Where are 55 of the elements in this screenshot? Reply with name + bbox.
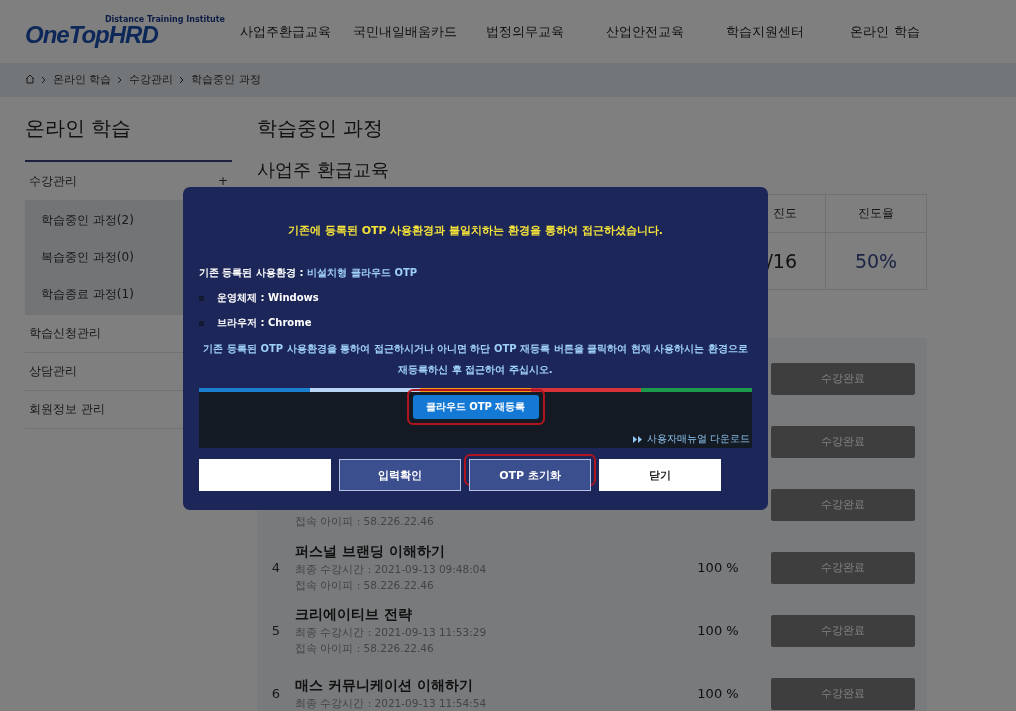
complete-button[interactable]: 수강완료: [771, 614, 915, 647]
reregister-button[interactable]: 클라우드 OTP 재등록: [412, 395, 539, 419]
bullet-icon: [199, 295, 204, 301]
rate-text: 100 %: [696, 623, 740, 638]
table-cell-text: 50%: [853, 249, 899, 274]
nav-link[interactable]: 국민내일배움카드: [345, 16, 465, 47]
complete-button[interactable]: 수강완료: [771, 677, 915, 710]
lesson-number: 6: [270, 686, 282, 701]
toggle-icon[interactable]: +: [217, 174, 228, 188]
logo-tagline: Distance Training Institute: [104, 14, 225, 24]
complete-button[interactable]: 수강완료: [771, 425, 915, 458]
nav-link[interactable]: 산업안전교육: [585, 16, 705, 47]
chevron-icon: [117, 76, 124, 84]
lesson-title: 퍼스널 브랜딩 이해하기: [295, 542, 446, 561]
table-cell-text: /16: [765, 249, 798, 274]
manual-download-link[interactable]: 사용자매뉴얼 다운로드: [646, 432, 750, 446]
sidebar-item-label: 수강관리: [29, 172, 77, 190]
modal-button[interactable]: OTP 초기화: [469, 459, 591, 491]
bullet-icon: [199, 320, 204, 326]
nav-link[interactable]: 학습지원센터: [705, 16, 825, 47]
sidebar-item-label: 회원정보 관리: [29, 401, 105, 418]
complete-button[interactable]: 수강완료: [771, 551, 915, 584]
section-title: 사업주 환급교육: [257, 158, 390, 182]
breadcrumb-link[interactable]: 온라인 학습: [53, 73, 112, 87]
env-detail: 운영체제 : Windows: [217, 291, 319, 305]
env-label: 기존 등록된 사용환경 :: [199, 266, 304, 280]
nav-link[interactable]: 법정의무교육: [465, 16, 585, 47]
rate-text: 100 %: [696, 560, 740, 575]
sidebar-title: 온라인 학습: [25, 115, 232, 162]
chevron-icon: [179, 76, 186, 84]
lesson-title: 크리에이티브 전략: [295, 605, 413, 624]
chevron-icon: [41, 76, 47, 84]
lesson-number: 5: [270, 623, 282, 638]
sidebar-item-label: 학습신청관리: [29, 325, 101, 342]
env-value: 비설치형 클라우드 OTP: [307, 266, 418, 280]
lesson-number: 4: [270, 560, 282, 575]
close-button[interactable]: 닫기: [599, 459, 721, 491]
complete-button[interactable]: 수강완료: [771, 362, 915, 395]
input-field[interactable]: [199, 459, 331, 491]
sidebar-item-label: 상담관리: [29, 363, 77, 380]
table-header-cell: 진도율: [826, 195, 926, 233]
breadcrumb-link[interactable]: 수강관리: [129, 73, 174, 87]
sidebar-item[interactable]: 수강관리 +: [25, 162, 232, 200]
rate-text: 100 %: [696, 686, 740, 701]
complete-button[interactable]: 수강완료: [771, 488, 915, 521]
home-icon[interactable]: [25, 74, 35, 84]
nav-link[interactable]: 사업주환급교육: [225, 16, 345, 47]
nav-link[interactable]: 온라인 학습: [825, 16, 945, 47]
double-arrow-icon: [632, 435, 643, 443]
notice-text: 기존에 등록된 OTP 사용환경과 불일치하는 환경을 통하여 접근하셨습니다.: [288, 223, 663, 238]
breadcrumb-link[interactable]: 학습중인 과정: [191, 73, 261, 87]
page-title: 학습중인 과정: [257, 115, 385, 142]
logo[interactable]: Distance Training Institute OneTopHRD: [25, 14, 225, 49]
lesson-title: 매스 커뮤니케이션 이해하기: [295, 676, 474, 695]
modal-button[interactable]: 입력확인: [339, 459, 461, 491]
